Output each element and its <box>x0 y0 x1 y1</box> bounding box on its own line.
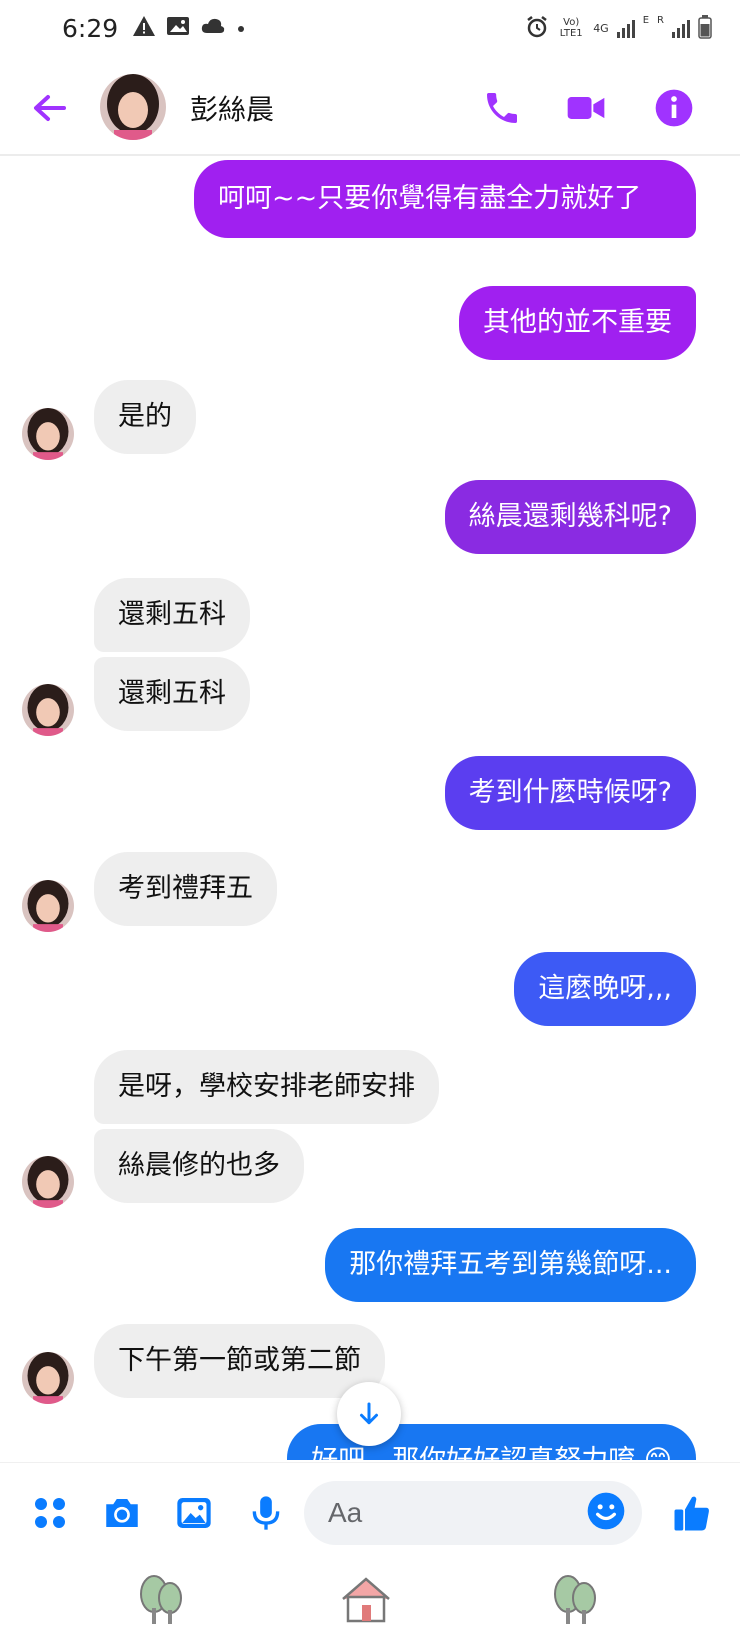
camera-icon <box>106 1499 138 1527</box>
contact-avatar-small <box>22 1352 74 1404</box>
trees-icon <box>140 1575 182 1624</box>
smiley-icon <box>587 1492 625 1530</box>
message-row-incoming: 還剩五科 <box>94 578 250 652</box>
contact-avatar-small <box>22 880 74 932</box>
message-row-outgoing: 其他的並不重要 <box>459 286 696 360</box>
thumbs-up-icon <box>674 1496 709 1531</box>
contact-avatar[interactable] <box>100 74 166 140</box>
microphone-icon <box>252 1496 280 1530</box>
message-composer <box>0 1462 740 1562</box>
sim2-network-label: E <box>642 14 650 26</box>
outgoing-message-bubble[interactable]: 這麼晚呀,,, <box>514 952 696 1026</box>
gallery-icon <box>166 15 190 41</box>
nav-recent-apps-button[interactable] <box>134 1572 190 1628</box>
signal-strength-sim2-icon <box>672 18 690 38</box>
status-time: 6:29 <box>62 13 119 43</box>
message-input-container <box>304 1481 642 1545</box>
incoming-message-bubble[interactable]: 還剩五科 <box>94 657 250 731</box>
info-icon <box>655 89 693 127</box>
message-row-incoming: 是的 <box>94 380 196 454</box>
voice-call-button[interactable] <box>478 84 526 132</box>
incoming-message-bubble[interactable]: 是呀，學校安排老師安排 <box>94 1050 439 1124</box>
message-row-outgoing: 絲晨還剩幾科呢? <box>444 480 696 554</box>
volte-label: Vo) LTE1 <box>559 17 583 39</box>
contact-avatar-small <box>22 408 74 460</box>
message-row-outgoing: 那你禮拜五考到第幾節呀... <box>325 1228 696 1302</box>
contact-avatar-small <box>22 684 74 736</box>
back-button[interactable] <box>28 86 72 130</box>
message-input[interactable] <box>304 1481 564 1545</box>
gallery-button[interactable] <box>170 1489 218 1537</box>
four-dots-icon <box>35 1498 65 1528</box>
notification-dot-icon <box>236 19 246 38</box>
message-row-incoming: 還剩五科 <box>94 657 250 731</box>
like-button[interactable] <box>668 1489 716 1537</box>
nav-home-button[interactable] <box>338 1572 394 1628</box>
message-row-outgoing: 呵呵~~只要你覺得有盡全力就好了 <box>194 160 696 238</box>
message-row-incoming: 考到禮拜五 <box>94 852 277 926</box>
trees-icon <box>554 1575 596 1624</box>
battery-icon <box>698 14 712 42</box>
voice-clip-button[interactable] <box>242 1489 290 1537</box>
home-icon <box>342 1577 390 1623</box>
video-call-button[interactable] <box>562 84 610 132</box>
message-row-incoming: 下午第一節或第二節 <box>94 1324 385 1398</box>
camera-button[interactable] <box>98 1489 146 1537</box>
scroll-to-bottom-button[interactable] <box>337 1382 401 1446</box>
contact-avatar-small <box>22 1156 74 1208</box>
incoming-message-bubble[interactable]: 是的 <box>94 380 196 454</box>
outgoing-message-bubble[interactable]: 呵呵~~只要你覺得有盡全力就好了 <box>194 160 696 238</box>
emoji-button[interactable] <box>586 1491 630 1535</box>
outgoing-message-bubble[interactable]: 那你禮拜五考到第幾節呀... <box>325 1228 696 1302</box>
roaming-label: R <box>657 14 664 26</box>
contact-name[interactable]: 彭絲晨 <box>190 88 274 128</box>
message-row-incoming: 是呀，學校安排老師安排 <box>94 1050 439 1124</box>
outgoing-message-bubble[interactable]: 其他的並不重要 <box>459 286 696 360</box>
incoming-message-bubble[interactable]: 絲晨修的也多 <box>94 1129 304 1203</box>
message-row-incoming: 絲晨修的也多 <box>94 1129 304 1203</box>
signal-strength-icon <box>616 18 635 38</box>
cloud-icon <box>200 17 226 39</box>
status-bar: 6:29 Vo) LTE1 4G E R <box>0 0 740 56</box>
system-navigation-bar <box>0 1562 740 1645</box>
message-row-outgoing: 考到什麼時候呀? <box>444 756 696 830</box>
incoming-message-bubble[interactable]: 還剩五科 <box>94 578 250 652</box>
more-actions-button[interactable] <box>26 1489 74 1537</box>
back-arrow-icon <box>34 95 66 121</box>
data-type-label: 4G <box>593 21 609 35</box>
conversation-info-button[interactable] <box>650 84 698 132</box>
outgoing-message-bubble[interactable]: 考到什麼時候呀? <box>444 756 696 830</box>
alarm-icon <box>525 15 549 42</box>
message-thread[interactable]: 呵呵~~只要你覺得有盡全力就好了 其他的並不重要 是的 絲晨還剩幾科呢? 還剩五… <box>0 158 740 1460</box>
message-row-outgoing: 這麼晚呀,,, <box>514 952 696 1026</box>
incoming-message-bubble[interactable]: 考到禮拜五 <box>94 852 277 926</box>
incoming-message-bubble[interactable]: 下午第一節或第二節 <box>94 1324 385 1398</box>
arrow-down-icon <box>360 1402 378 1425</box>
conversation-header: 彭絲晨 <box>0 56 740 156</box>
image-icon <box>177 1498 211 1528</box>
phone-icon <box>487 93 517 123</box>
video-camera-icon <box>567 97 605 119</box>
outgoing-message-bubble[interactable]: 絲晨還剩幾科呢? <box>444 480 696 554</box>
warning-icon <box>132 15 156 41</box>
nav-back-button[interactable] <box>548 1572 604 1628</box>
